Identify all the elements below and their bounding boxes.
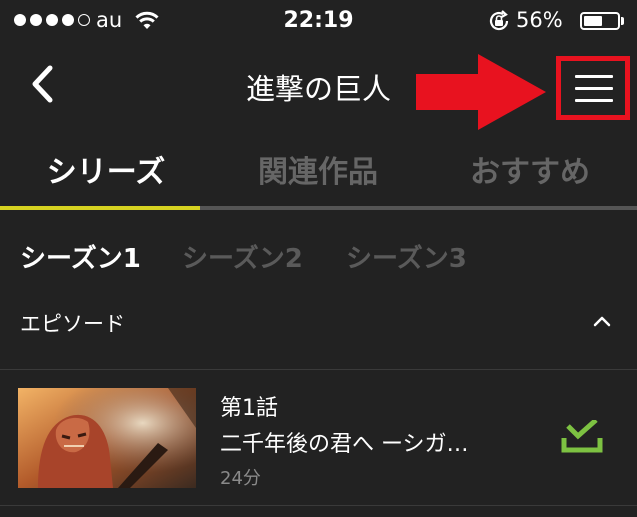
hamburger-menu-icon [575, 74, 613, 78]
episode-title: 二千年後の君へ ーシガ… [220, 432, 469, 457]
season-selector: シーズン1 シーズン2 シーズン3 [0, 238, 637, 288]
download-done-icon[interactable] [560, 420, 604, 454]
episode-row[interactable]: 第1話 二千年後の君へ ーシガ… 24分 [0, 370, 637, 505]
section-label: エピソード [20, 312, 125, 336]
status-bar: au 22:19 56% [0, 0, 637, 42]
nav-bar: 進撃の巨人 [0, 42, 637, 132]
battery-level [584, 16, 602, 26]
season-1-tab[interactable]: シーズン1 [20, 238, 141, 275]
episode-thumbnail [18, 388, 196, 488]
menu-button[interactable] [566, 60, 622, 116]
season-3-tab[interactable]: シーズン3 [346, 238, 467, 275]
chevron-up-icon [593, 316, 611, 327]
rotation-lock-icon [489, 10, 509, 31]
episode-duration: 24分 [220, 468, 261, 489]
tab-underline-active [0, 206, 200, 210]
arrow-annotation-icon [416, 54, 546, 130]
season-2-tab[interactable]: シーズン2 [182, 238, 303, 275]
episode-number: 第1話 [220, 396, 278, 421]
divider [0, 505, 637, 506]
tab-recommended[interactable]: おすすめ [424, 132, 636, 206]
battery-tip [621, 17, 624, 25]
episode-section-header[interactable]: エピソード [0, 288, 637, 368]
battery-icon [580, 12, 620, 30]
tab-bar: シリーズ 関連作品 おすすめ [0, 132, 637, 210]
tab-related[interactable]: 関連作品 [212, 132, 424, 206]
tab-series[interactable]: シリーズ [0, 132, 212, 206]
battery-percentage: 56% [516, 8, 563, 32]
